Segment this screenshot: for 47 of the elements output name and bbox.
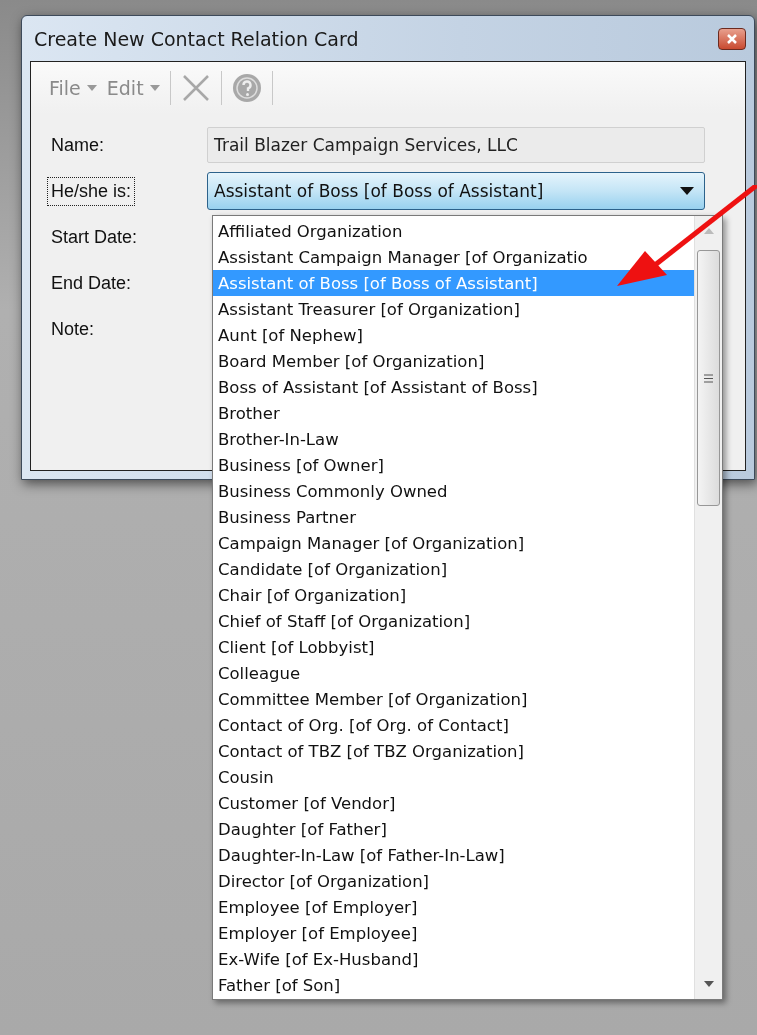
- close-button[interactable]: [718, 27, 746, 50]
- help-icon: [231, 73, 262, 103]
- list-option[interactable]: Committee Member [of Organization]: [213, 686, 694, 712]
- list-option[interactable]: Customer [of Vendor]: [213, 790, 694, 816]
- list-option[interactable]: Chief of Staff [of Organization]: [213, 608, 694, 634]
- list-option[interactable]: Client [of Lobbyist]: [213, 634, 694, 660]
- list-option[interactable]: Employee [of Employer]: [213, 894, 694, 920]
- list-option[interactable]: Brother-In-Law: [213, 426, 694, 452]
- name-field[interactable]: Trail Blazer Campaign Services, LLC: [207, 127, 705, 163]
- close-icon[interactable]: [726, 32, 738, 45]
- list-option[interactable]: Daughter [of Father]: [213, 816, 694, 842]
- field-label: End Date:: [50, 271, 133, 295]
- field-label: Name:: [50, 133, 105, 157]
- close-x-icon: [180, 73, 211, 103]
- relation-dropdown[interactable]: Assistant of Boss [of Boss of Assistant]: [207, 172, 705, 210]
- caret-icon[interactable]: [680, 187, 694, 195]
- window-title: Create New Contact Relation Card: [33, 27, 359, 50]
- list-option[interactable]: Aunt [of Nephew]: [213, 322, 694, 348]
- list-option[interactable]: Board Member [of Organization]: [213, 348, 694, 374]
- list-option[interactable]: Affiliated Organization: [213, 218, 694, 244]
- grip-icon: [704, 373, 713, 383]
- list-option[interactable]: Assistant Treasurer [of Organization]: [213, 296, 694, 322]
- list-option[interactable]: Contact of TBZ [of TBZ Organization]: [213, 738, 694, 764]
- list-option[interactable]: Business Commonly Owned: [213, 478, 694, 504]
- list-option[interactable]: Chair [of Organization]: [213, 582, 694, 608]
- list-option[interactable]: Boss of Assistant [of Assistant of Boss]: [213, 374, 694, 400]
- list-option[interactable]: Contact of Org. [of Org. of Contact]: [213, 712, 694, 738]
- scroll-up-icon[interactable]: [703, 228, 714, 234]
- list-option[interactable]: Brother: [213, 400, 694, 426]
- list-option[interactable]: Father [of Son]: [213, 972, 694, 998]
- field-label: He/she is:: [47, 176, 136, 206]
- list-option[interactable]: Colleague: [213, 660, 694, 686]
- list-option[interactable]: Assistant Campaign Manager [of Organizatio: [213, 244, 694, 270]
- field-label: Start Date:: [50, 225, 139, 249]
- list-option[interactable]: Business Partner: [213, 504, 694, 530]
- scrollbar-thumb[interactable]: [697, 250, 720, 506]
- list-option[interactable]: Employer [of Employee]: [213, 920, 694, 946]
- list-option[interactable]: Daughter-In-Law [of Father-In-Law]: [213, 842, 694, 868]
- list-option[interactable]: Campaign Manager [of Organization]: [213, 530, 694, 556]
- scroll-down-icon[interactable]: [703, 981, 714, 987]
- list-option[interactable]: Candidate [of Organization]: [213, 556, 694, 582]
- list-option[interactable]: Business [of Owner]: [213, 452, 694, 478]
- list-option[interactable]: Director [of Organization]: [213, 868, 694, 894]
- list-option[interactable]: Cousin: [213, 764, 694, 790]
- field-label: Note:: [50, 317, 96, 341]
- list-option[interactable]: Ex-Wife [of Ex-Husband]: [213, 946, 694, 972]
- scrollbar[interactable]: [694, 216, 722, 999]
